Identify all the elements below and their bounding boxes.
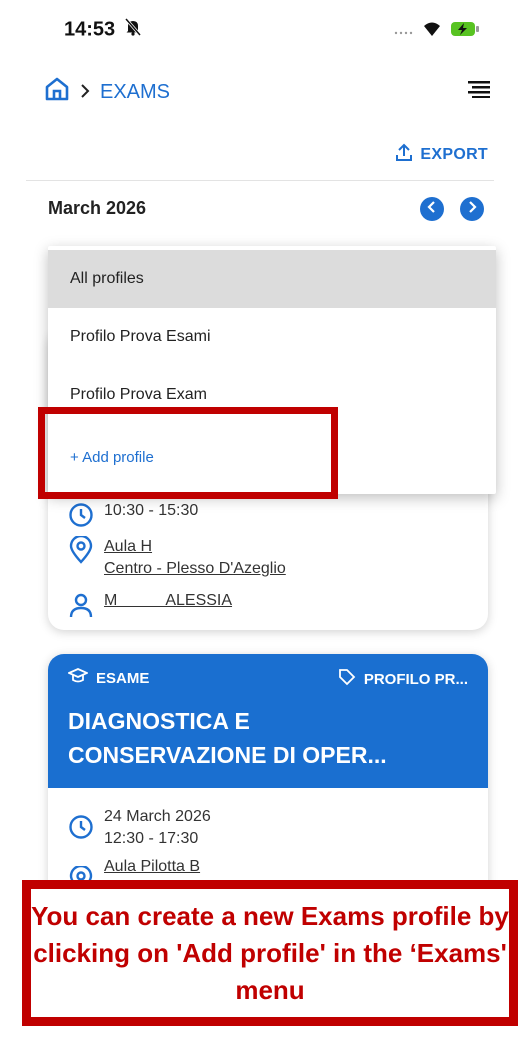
menu-icon[interactable] (468, 80, 490, 103)
exam-room-link[interactable]: Aula Pilotta B (104, 858, 200, 876)
mute-bell-icon (124, 18, 141, 42)
add-profile-highlight (38, 407, 338, 499)
upload-icon (394, 142, 414, 167)
wifi-icon (422, 21, 442, 42)
instruction-callout: You can create a new Exams profile by cl… (22, 880, 518, 1026)
exam-teacher-link[interactable]: M ALESSIA (104, 592, 232, 610)
exam-date-row: 24 March 2026 12:30 - 17:30 (68, 806, 211, 850)
exam-card-header: ESAME PROFILO PR... DIAGNOSTICA E CONSER… (48, 654, 488, 788)
signal-icon (394, 23, 414, 41)
exam-title: DIAGNOSTICA E CONSERVAZIONE DI OPER... (68, 704, 387, 772)
prev-month-button[interactable] (420, 197, 444, 221)
home-icon[interactable] (44, 76, 70, 108)
status-indicators (394, 20, 480, 43)
location-pin-icon (68, 534, 94, 569)
exam-type-label: ESAME (96, 669, 150, 687)
exam-time: 10:30 - 15:30 (104, 502, 199, 519)
exam-type-badge: ESAME (66, 668, 150, 688)
exam-time-row: 10:30 - 15:30 (68, 502, 198, 533)
exam-room-link[interactable]: Aula H (104, 536, 286, 558)
exam-teacher-row: M ALESSIA (68, 592, 232, 623)
exam-title-line1: DIAGNOSTICA E (68, 708, 250, 734)
clock-icon (68, 814, 94, 845)
exam-profile-label: PROFILO PR... (363, 670, 468, 688)
breadcrumb: EXAMS (44, 76, 170, 108)
header-divider (26, 180, 494, 181)
tag-icon (338, 668, 356, 690)
instruction-text: You can create a new Exams profile by cl… (31, 889, 509, 1017)
chevron-right-icon (80, 82, 90, 103)
exam-location-row: Aula H Centro - Plesso D'Azeglio (68, 534, 286, 580)
exam-card[interactable]: ESAME PROFILO PR... DIAGNOSTICA E CONSER… (48, 654, 488, 914)
profile-option-all[interactable]: All profiles (48, 250, 496, 308)
person-icon (68, 592, 94, 623)
exam-profile-badge: PROFILO PR... (338, 668, 468, 690)
export-label: EXPORT (420, 145, 488, 163)
chevron-right-icon (467, 200, 477, 218)
exam-date: 24 March 2026 (104, 808, 211, 825)
export-button[interactable]: EXPORT (394, 142, 488, 167)
status-time: 14:53 (64, 18, 141, 42)
profile-option[interactable]: Profilo Prova Esami (48, 308, 496, 366)
breadcrumb-current[interactable]: EXAMS (100, 81, 170, 104)
month-label: March 2026 (48, 198, 147, 218)
graduation-cap-icon (66, 668, 90, 688)
next-month-button[interactable] (460, 197, 484, 221)
exam-time: 12:30 - 17:30 (104, 830, 199, 847)
battery-charging-icon (450, 20, 480, 43)
exam-building-link[interactable]: Centro - Plesso D'Azeglio (104, 558, 286, 580)
status-time-text: 14:53 (64, 18, 116, 41)
chevron-left-icon (427, 200, 437, 218)
exam-title-line2: CONSERVAZIONE DI OPER... (68, 742, 387, 768)
clock-icon (68, 502, 94, 533)
